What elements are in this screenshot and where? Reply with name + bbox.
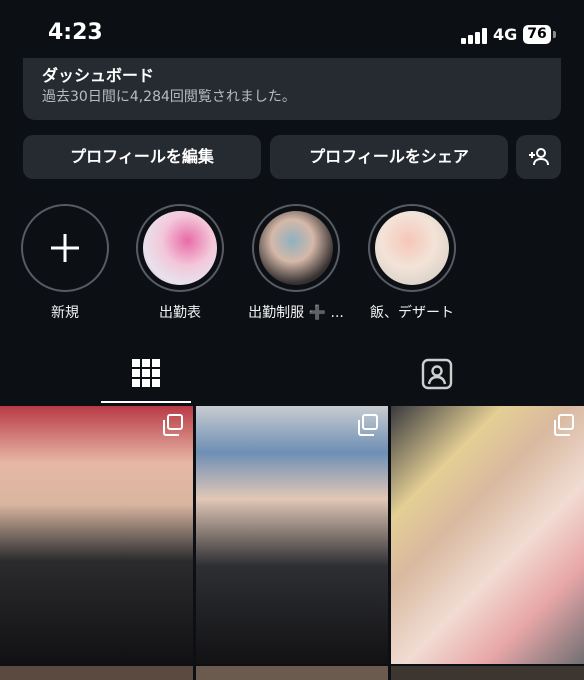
carousel-icon xyxy=(358,414,378,436)
clock: 4:23 xyxy=(48,20,103,45)
highlight-ring xyxy=(368,204,456,292)
highlight-label: 飯、デザート xyxy=(370,305,454,321)
highlight-item[interactable]: 飯、デザート xyxy=(352,204,472,322)
tab-posts-grid[interactable] xyxy=(101,345,191,403)
highlight-label: 出勤制服 ➕ ... xyxy=(248,305,344,321)
post-thumbnail[interactable] xyxy=(0,406,193,664)
dashboard-views: 過去30日間に4,284回閲覧されました。 xyxy=(42,89,296,105)
discover-people-button[interactable] xyxy=(516,135,561,179)
post-thumbnail[interactable] xyxy=(0,666,193,680)
carousel-icon xyxy=(554,414,574,436)
professional-dashboard[interactable]: ダッシュボード 過去30日間に4,284回閲覧されました。 xyxy=(23,58,561,120)
highlight-ring xyxy=(136,204,224,292)
post-thumbnail[interactable] xyxy=(196,666,388,680)
highlight-label: 出勤表 xyxy=(159,305,201,321)
highlight-label: 新規 xyxy=(51,305,79,321)
tab-tagged[interactable] xyxy=(392,345,482,403)
highlight-cover xyxy=(259,211,333,285)
active-tab-indicator xyxy=(101,401,191,403)
highlight-ring xyxy=(252,204,340,292)
carousel-icon xyxy=(163,414,183,436)
profile-tabs xyxy=(0,345,584,403)
add-person-icon xyxy=(528,148,549,166)
tagged-person-icon xyxy=(421,358,453,390)
plus-icon xyxy=(51,234,79,262)
dashboard-title: ダッシュボード xyxy=(42,66,155,85)
post-thumbnail[interactable] xyxy=(391,666,584,680)
post-thumbnail[interactable] xyxy=(391,406,584,664)
highlight-item[interactable]: 出勤制服 ➕ ... xyxy=(236,204,356,322)
signal-icon xyxy=(461,28,489,44)
grid-icon xyxy=(132,359,160,387)
post-thumbnail[interactable] xyxy=(196,406,388,664)
share-profile-button[interactable]: プロフィールをシェア xyxy=(270,135,508,179)
network-type: 4G xyxy=(493,25,518,44)
highlight-new[interactable]: 新規 xyxy=(5,204,125,322)
highlight-cover xyxy=(143,211,217,285)
battery-icon: 76 xyxy=(523,25,551,44)
battery-tip xyxy=(553,31,556,38)
new-highlight-circle[interactable] xyxy=(21,204,109,292)
edit-profile-button[interactable]: プロフィールを編集 xyxy=(23,135,261,179)
highlight-item[interactable]: 出勤表 xyxy=(120,204,240,322)
highlight-cover xyxy=(375,211,449,285)
